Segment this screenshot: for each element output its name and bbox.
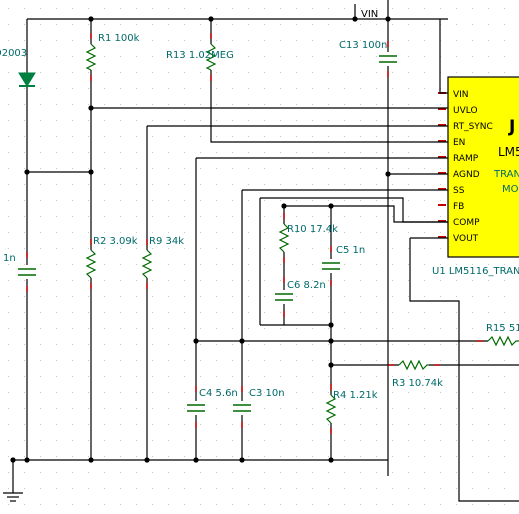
ic-pin-fb: FB xyxy=(453,202,464,212)
label-r4: R4 1.21k xyxy=(333,390,378,401)
capacitor-c5[interactable]: C5 1n xyxy=(321,245,365,273)
junction-dot xyxy=(144,457,150,463)
junction-dot xyxy=(193,338,199,344)
label-r1: R1 100k xyxy=(98,33,140,44)
resistor-r15[interactable]: R15 51 xyxy=(486,323,519,347)
junction-dot xyxy=(88,16,94,22)
junction-dot xyxy=(328,457,334,463)
ground-icon xyxy=(3,492,23,502)
resistor-r2[interactable]: R2 3.09k xyxy=(85,236,138,279)
ic-pin-vin: VIN xyxy=(453,90,469,100)
capacitor-c-left[interactable]: 1n xyxy=(3,253,37,279)
label-c-left: 1n xyxy=(3,253,16,264)
label-c3: C3 10n xyxy=(249,388,285,399)
label-d2003: D2003 xyxy=(0,48,27,59)
label-c13: C13 100n xyxy=(339,40,387,51)
capacitor-c6[interactable]: C6 8.2n xyxy=(274,280,326,304)
ic-pin-en: EN xyxy=(453,138,465,148)
label-c5: C5 1n xyxy=(336,245,365,256)
ic-name-label: U1 LM5116_TRAN xyxy=(432,266,519,277)
junction-dot xyxy=(328,362,334,368)
junction-dot xyxy=(88,105,94,111)
label-r3: R3 10.74k xyxy=(392,378,443,389)
resistor-r4[interactable]: R4 1.21k xyxy=(325,390,378,424)
diode-d2003[interactable]: D2003 xyxy=(0,48,36,87)
resistor-r10[interactable]: R10 17.4k xyxy=(278,223,338,253)
label-r9: R9 34k xyxy=(149,236,184,247)
ic-glyph: J xyxy=(508,117,515,137)
junction-dot xyxy=(24,169,30,175)
junction-dot xyxy=(88,457,94,463)
ic-u1[interactable]: LM5 J TRAN MO VIN UVLO RT_SYNC EN RAMP AGND SS… xyxy=(438,76,519,258)
ic-title: LM5 xyxy=(498,145,519,159)
junction-dot xyxy=(193,457,199,463)
label-r10: R10 17.4k xyxy=(287,224,338,235)
background-grid xyxy=(8,8,505,505)
resistor-r13[interactable]: R13 1.02MEG xyxy=(166,43,234,71)
resistor-r3[interactable]: R3 10.74k xyxy=(392,359,443,389)
junction-dot xyxy=(10,457,16,463)
ic-pin-uvlo: UVLO xyxy=(453,106,478,116)
junction-dot xyxy=(24,457,30,463)
pin-stubs xyxy=(26,33,483,434)
label-r13: R13 1.02MEG xyxy=(166,50,234,61)
junction-dot xyxy=(208,16,214,22)
junction-dot xyxy=(239,338,245,344)
junction-dot xyxy=(281,203,287,209)
net-label-vin: VIN xyxy=(361,9,378,20)
junction-dot xyxy=(88,169,94,175)
diode-icon xyxy=(18,72,36,87)
ic-subtitle-2: MO xyxy=(502,184,519,195)
resistor-r1[interactable]: R1 100k xyxy=(85,33,140,71)
ic-subtitle-1: TRAN xyxy=(493,169,519,180)
label-c6: C6 8.2n xyxy=(287,280,326,291)
ic-pin-rt-sync: RT_SYNC xyxy=(453,122,493,132)
junction-dot xyxy=(352,16,358,22)
capacitor-c4[interactable]: C4 5.6n xyxy=(186,388,238,415)
capacitor-c3[interactable]: C3 10n xyxy=(232,388,285,415)
ic-pin-ramp: RAMP xyxy=(453,154,479,164)
ic-pin-ss: SS xyxy=(453,186,465,196)
junction-dot xyxy=(385,16,391,22)
junction-dot xyxy=(328,203,334,209)
ic-pin-comp: COMP xyxy=(453,218,480,228)
junction-dot xyxy=(328,322,334,328)
junction-dot xyxy=(239,457,245,463)
capacitor-c13[interactable]: C13 100n xyxy=(339,40,398,66)
ic-pin-vout: VOUT xyxy=(453,234,479,244)
ic-pin-agnd: AGND xyxy=(453,170,480,180)
label-r2: R2 3.09k xyxy=(93,236,138,247)
junction-dot xyxy=(328,338,334,344)
label-r15: R15 51 xyxy=(486,323,519,334)
ic-body xyxy=(447,76,519,258)
schematic-canvas[interactable]: LM5 J TRAN MO VIN UVLO RT_SYNC EN RAMP AGND SS… xyxy=(0,0,519,514)
junction-dot xyxy=(385,171,391,177)
label-c4: C4 5.6n xyxy=(199,388,238,399)
